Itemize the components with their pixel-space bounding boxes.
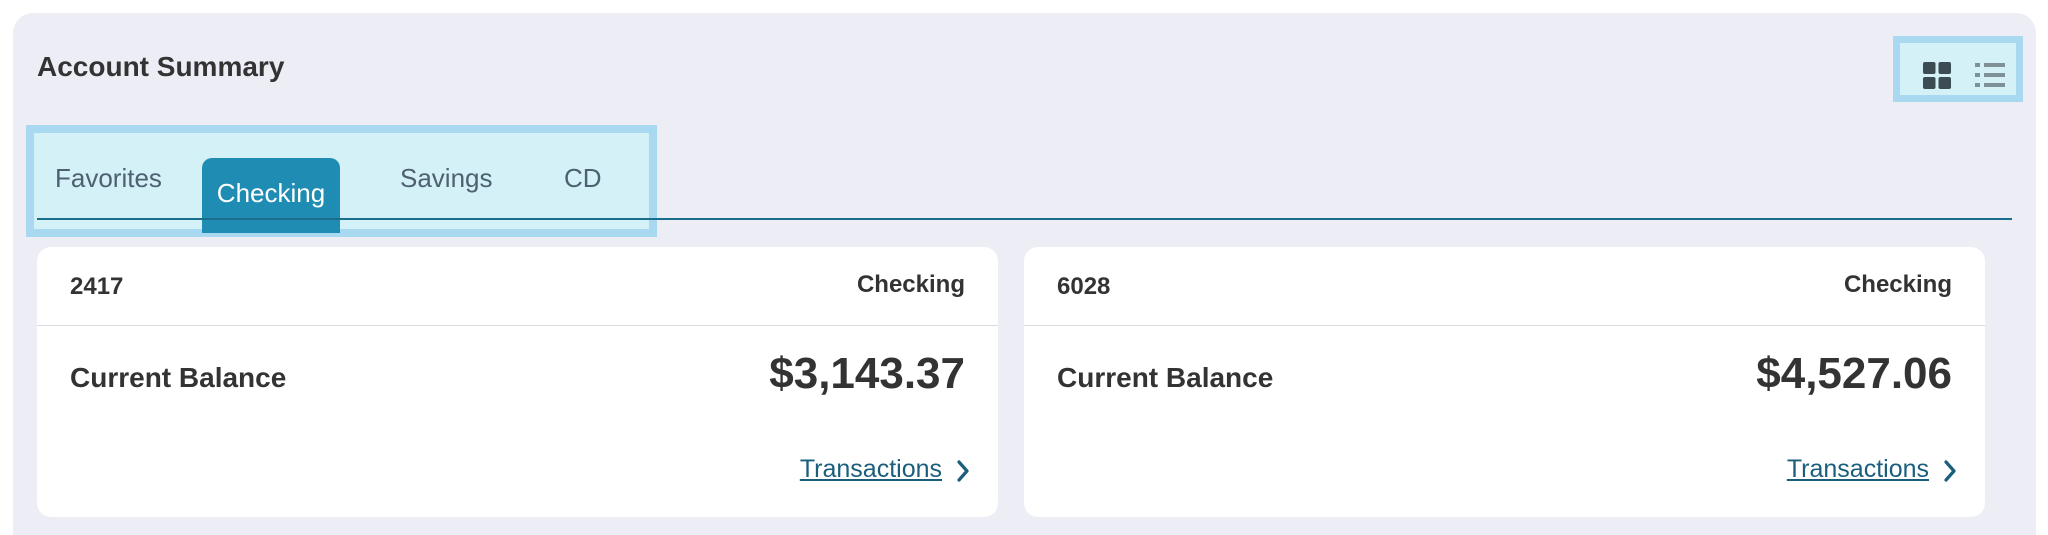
chevron-right-icon[interactable] [956,459,970,483]
tabs-divider [37,218,2012,220]
account-summary-panel: Account Summary Favorites Checking Savin… [13,13,2036,535]
balance-value: $4,527.06 [1756,349,1952,398]
tab-favorites[interactable]: Favorites [55,165,162,191]
account-number: 2417 [70,273,124,300]
tab-checking[interactable]: Checking [202,158,340,233]
account-type: Checking [856,271,965,298]
account-tabs: Favorites Checking Savings CD [26,125,657,237]
balance-label: Current Balance [70,362,287,393]
grid-view-icon[interactable] [1923,62,1951,89]
chevron-right-icon[interactable] [1943,459,1957,483]
balance-value: $3,143.37 [769,349,965,398]
transactions-link[interactable]: Transactions [1787,455,1929,484]
account-card: 2417 Checking Current Balance $3,143.37 … [37,247,998,517]
account-type: Checking [1843,271,1952,298]
tab-cd[interactable]: CD [564,165,602,191]
list-view-icon[interactable] [1975,62,2005,88]
account-card: 6028 Checking Current Balance $4,527.06 … [1024,247,1985,517]
tab-savings[interactable]: Savings [400,165,493,191]
view-toggle [1893,36,2023,102]
page-title: Account Summary [37,51,285,82]
card-divider [37,325,998,326]
card-divider [1024,325,1985,326]
account-number: 6028 [1057,273,1111,300]
balance-label: Current Balance [1057,362,1274,393]
transactions-link[interactable]: Transactions [800,455,942,484]
